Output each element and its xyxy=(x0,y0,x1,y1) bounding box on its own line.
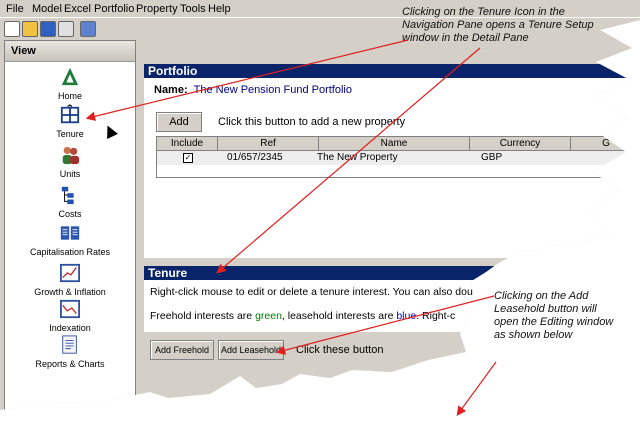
arrow-to-tenure-icon xyxy=(85,39,409,121)
arrow-to-tenure-panel xyxy=(216,47,481,274)
arrow-below xyxy=(456,361,497,416)
callout-arrows xyxy=(85,39,497,416)
arrow-to-add-leasehold xyxy=(275,295,495,355)
